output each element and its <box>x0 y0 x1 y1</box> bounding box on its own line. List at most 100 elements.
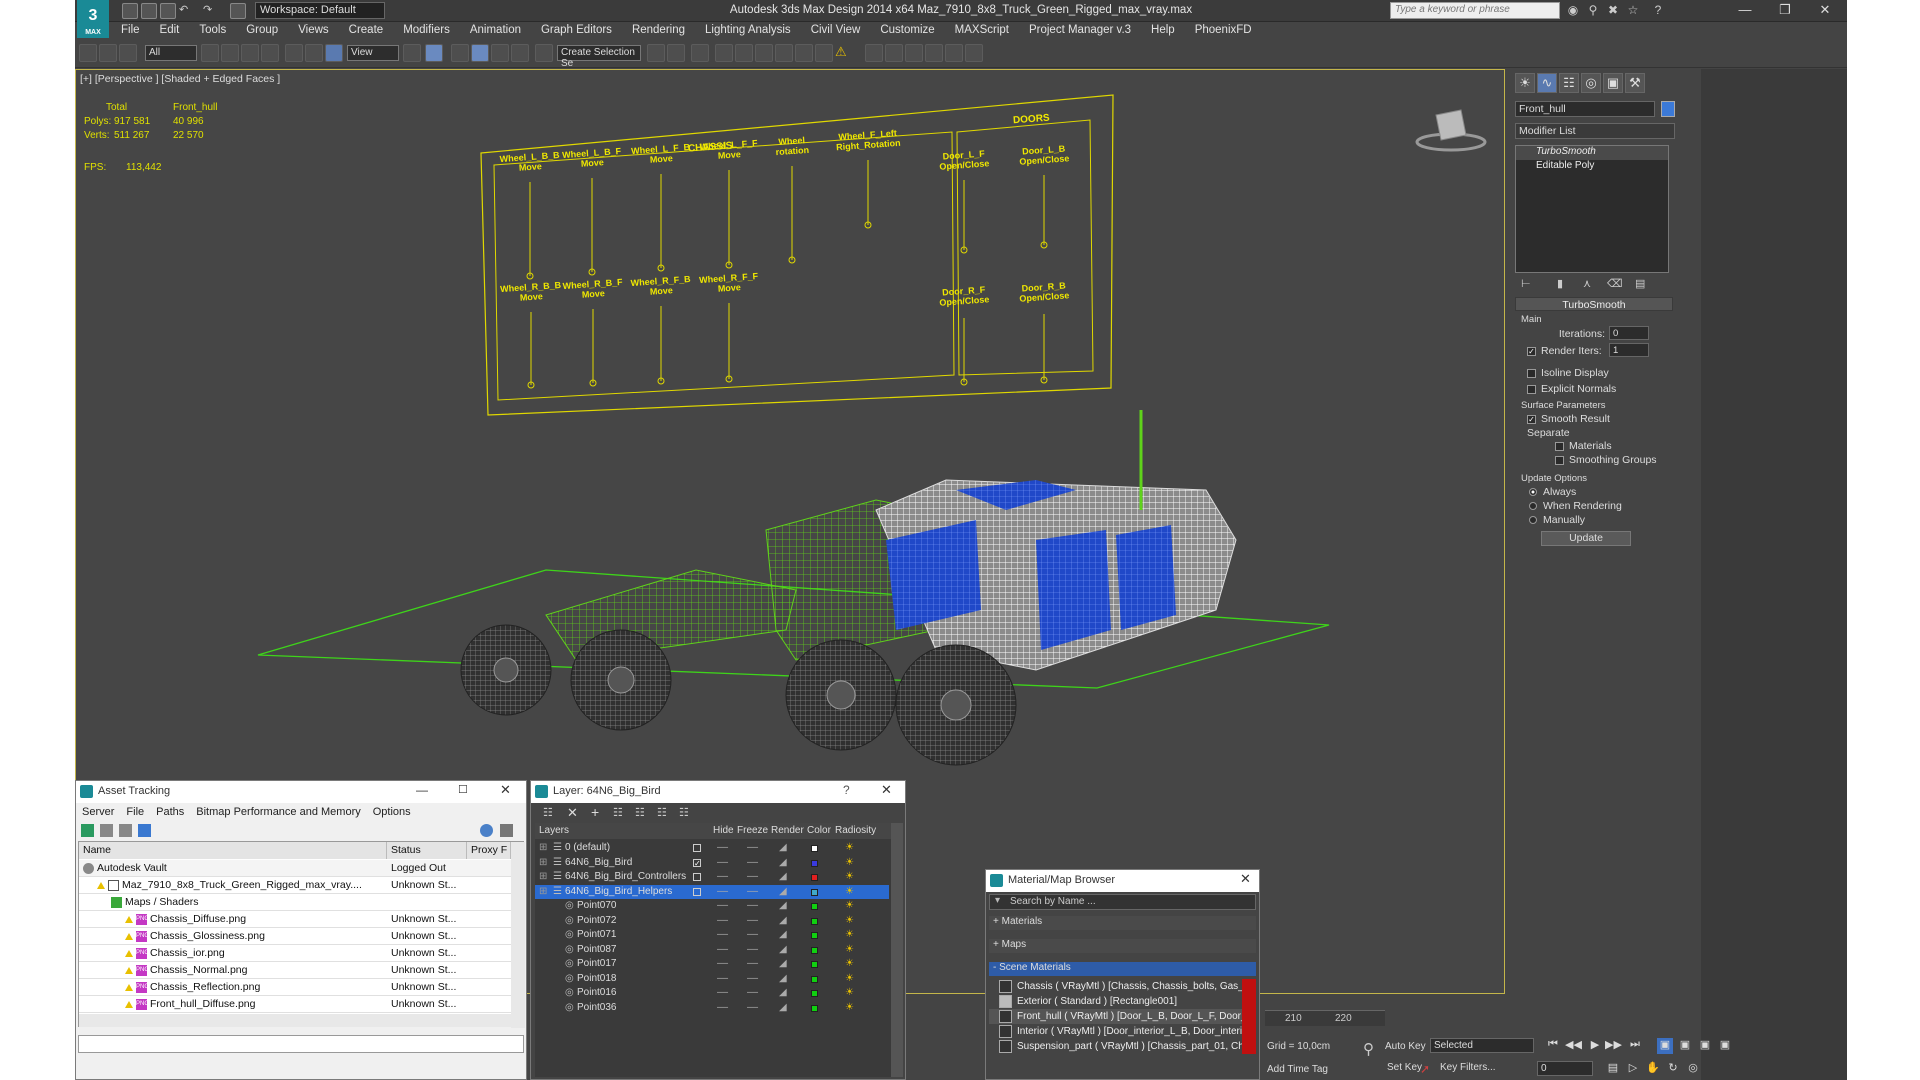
motion-tab-icon[interactable]: ◎ <box>1581 73 1601 93</box>
display-tab-icon[interactable]: ▣ <box>1603 73 1623 93</box>
when-rendering-radio[interactable] <box>1529 502 1537 511</box>
close-button[interactable]: ✕ <box>1805 0 1845 22</box>
asset-menu-file[interactable]: File <box>120 806 150 818</box>
close-icon[interactable]: ✕ <box>1240 871 1251 887</box>
layer-manager-icon[interactable] <box>691 44 709 62</box>
current-layer-checkbox[interactable] <box>693 887 701 896</box>
layer-col-radiosity[interactable]: Radiosity <box>835 825 876 836</box>
named-selection-dropdown[interactable]: Create Selection Se <box>557 45 641 69</box>
help-button[interactable]: ? <box>843 783 850 797</box>
freeze-toggle[interactable]: –– <box>747 841 758 856</box>
orbit-icon[interactable]: ↻ <box>1665 1061 1681 1077</box>
selection-filter-dropdown[interactable]: All <box>145 45 197 61</box>
layer-row[interactable]: ◎ Point017 –– –– ◢ ☀ <box>535 957 889 972</box>
field-of-view-icon[interactable]: ▷ <box>1625 1061 1641 1077</box>
render-teapot-icon[interactable]: ◢ <box>779 957 787 972</box>
pan-icon[interactable]: ✋ <box>1645 1061 1661 1077</box>
material-browser-titlebar[interactable]: Material/Map Browser ✕ <box>986 870 1259 892</box>
expand-icon[interactable]: ⊞ <box>539 841 547 856</box>
hide-toggle[interactable]: –– <box>717 957 728 972</box>
freeze-toggle[interactable]: –– <box>747 856 758 871</box>
radiosity-icon[interactable]: ☀ <box>845 914 854 929</box>
object-color-swatch[interactable] <box>1661 101 1675 117</box>
freeze-toggle[interactable]: –– <box>747 914 758 929</box>
hide-toggle[interactable]: –– <box>717 1001 728 1016</box>
hide-toggle[interactable]: –– <box>717 870 728 885</box>
select-objects-icon[interactable]: ☷ <box>613 806 623 819</box>
add-time-tag-button[interactable]: Add Time Tag <box>1267 1064 1328 1075</box>
hide-toggle[interactable]: –– <box>717 841 728 856</box>
previous-frame-icon[interactable]: ◀◀ <box>1565 1038 1582 1054</box>
freeze-toggle[interactable]: –– <box>747 885 758 900</box>
favorites-icon[interactable]: ☆ <box>1625 3 1641 19</box>
render-iters-checkbox[interactable]: ✓ <box>1527 346 1536 356</box>
snap-toggle-icon[interactable] <box>451 44 469 62</box>
freeze-toggle[interactable]: –– <box>747 943 758 958</box>
scene-material-item[interactable]: Front_hull ( VRayMtl ) [Door_L_B, Door_L… <box>989 1009 1256 1024</box>
select-by-name-icon[interactable] <box>221 44 239 62</box>
menu-create[interactable]: Create <box>339 22 394 36</box>
smooth-result-row[interactable]: ✓ Smooth Result <box>1527 413 1610 425</box>
layer-color-swatch[interactable] <box>811 845 818 852</box>
warning-icon[interactable]: ⚠ <box>835 44 853 62</box>
layer-color-swatch[interactable] <box>811 903 818 910</box>
scene-material-item[interactable]: Chassis ( VRayMtl ) [Chassis, Chassis_bo… <box>989 979 1256 994</box>
always-row[interactable]: Always <box>1529 486 1576 498</box>
render-teapot-icon[interactable]: ◢ <box>779 885 787 900</box>
layer-row[interactable]: ◎ Point036 –– –– ◢ ☀ <box>535 1001 889 1016</box>
maximize-icon[interactable]: ☐ <box>458 783 468 796</box>
maps-group[interactable]: + Maps <box>989 939 1256 953</box>
modify-tab-icon[interactable]: ∿ <box>1537 73 1557 93</box>
menu-civil-view[interactable]: Civil View <box>801 22 871 36</box>
layer-row[interactable]: ◎ Point087 –– –– ◢ ☀ <box>535 943 889 958</box>
schematic-view-icon[interactable] <box>755 44 773 62</box>
edit-named-selection-icon[interactable] <box>535 44 553 62</box>
render-teapot-icon[interactable]: ◢ <box>779 841 787 856</box>
window-crossing-icon[interactable] <box>261 44 279 62</box>
material-editor-icon[interactable] <box>775 44 793 62</box>
layer-color-swatch[interactable] <box>811 946 818 954</box>
bind-spacewarp-icon[interactable] <box>119 44 137 62</box>
hide-toggle[interactable]: –– <box>717 885 728 900</box>
render-teapot-icon[interactable]: ◢ <box>779 943 787 958</box>
frame-spinner[interactable]: 0 <box>1537 1061 1593 1076</box>
angle-snap-icon[interactable] <box>471 44 489 62</box>
update-button[interactable]: Update <box>1541 531 1631 546</box>
layer-col-freeze[interactable]: Freeze <box>737 825 768 836</box>
search-input[interactable]: Type a keyword or phrase <box>1390 2 1560 19</box>
asset-menu-server[interactable]: Server <box>76 806 120 818</box>
add-to-layer-icon[interactable]: + <box>591 804 599 820</box>
maximize-viewport-icon[interactable]: ▣ <box>1717 1038 1733 1054</box>
key-icon[interactable]: ⚲ <box>1585 3 1601 19</box>
asset-row[interactable]: PNGFront_hull_Diffuse.png Unknown St... <box>79 996 511 1013</box>
delete-layer-icon[interactable]: ✕ <box>567 805 578 821</box>
hide-toggle[interactable]: –– <box>717 972 728 987</box>
asset-tracking-titlebar[interactable]: Asset Tracking — ☐ ✕ <box>76 781 526 803</box>
hierarchy-tab-icon[interactable]: ☷ <box>1559 73 1579 93</box>
isoline-checkbox[interactable] <box>1527 368 1536 378</box>
freeze-toggle[interactable]: –– <box>747 986 758 1001</box>
radiosity-icon[interactable]: ☀ <box>845 986 854 1001</box>
smoothing-groups-row[interactable]: Smoothing Groups <box>1555 454 1657 466</box>
spinner-snap-icon[interactable] <box>511 44 529 62</box>
region-select-icon[interactable] <box>241 44 259 62</box>
curve-editor-icon[interactable] <box>735 44 753 62</box>
col-name-header[interactable]: Name <box>79 842 387 859</box>
radiosity-icon[interactable]: ☀ <box>845 870 854 885</box>
current-layer-checkbox[interactable] <box>693 873 701 881</box>
stack-item-turbosmooth[interactable]: TurboSmooth <box>1516 146 1668 160</box>
always-radio[interactable] <box>1529 488 1537 497</box>
mirror-icon[interactable] <box>647 44 665 62</box>
layer-color-swatch[interactable] <box>811 932 818 939</box>
undo-icon[interactable]: ↶ <box>179 3 195 19</box>
close-icon[interactable]: ✕ <box>500 782 511 798</box>
align-icon[interactable] <box>667 44 685 62</box>
layer-col-layers[interactable]: Layers <box>539 825 569 836</box>
key-selection-dropdown[interactable]: Selected <box>1430 1038 1534 1053</box>
redo-icon[interactable]: ↷ <box>203 3 219 19</box>
open-file-icon[interactable] <box>141 3 157 19</box>
binoculars-icon[interactable]: ◉ <box>1565 3 1581 19</box>
asset-row[interactable]: Maps / Shaders <box>79 894 511 911</box>
scale-icon[interactable] <box>325 44 343 62</box>
zoom-icon[interactable]: ▣ <box>1657 1038 1673 1054</box>
